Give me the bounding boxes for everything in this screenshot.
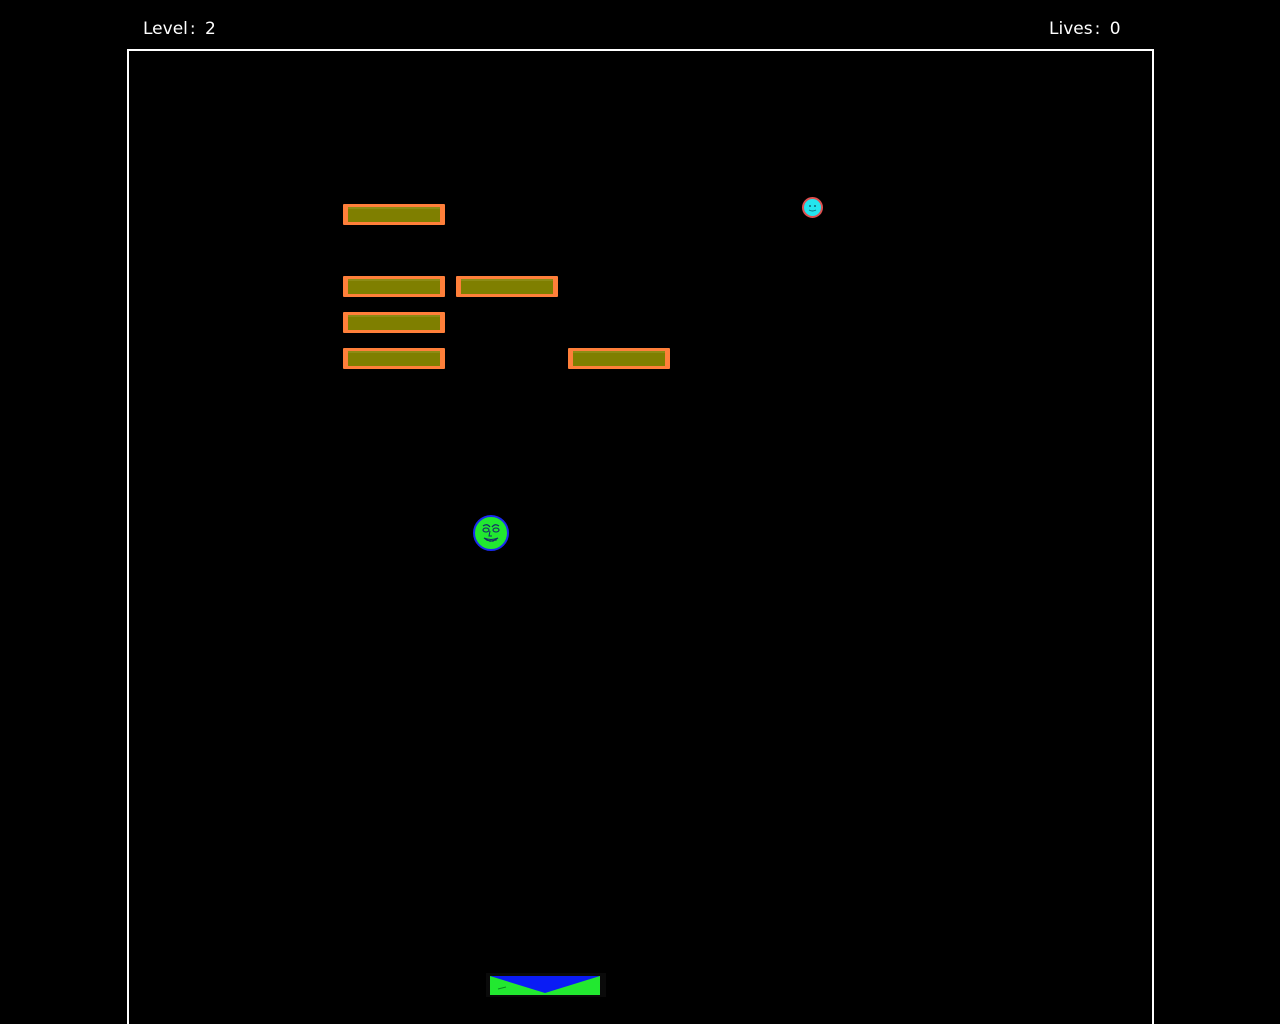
game-screen[interactable]: Level: 2 Lives: 0 <box>0 0 1280 1024</box>
level-separator: : <box>189 19 196 39</box>
play-field[interactable] <box>127 49 1154 1024</box>
brick <box>343 276 445 297</box>
face-ball-icon <box>808 205 817 212</box>
lives-indicator: Lives: 0 <box>1049 19 1121 39</box>
brick <box>568 348 670 369</box>
bowtie-paddle-icon <box>484 971 608 999</box>
level-value: 2 <box>205 19 216 39</box>
face-ball-icon <box>482 524 500 542</box>
lives-label: Lives <box>1049 19 1093 39</box>
lives-value: 0 <box>1109 19 1121 39</box>
lives-separator: : <box>1094 19 1101 39</box>
ball-large <box>473 515 509 551</box>
ball-small <box>802 197 823 218</box>
brick <box>343 204 445 225</box>
level-label: Level <box>143 19 188 39</box>
paddle[interactable] <box>484 971 608 999</box>
level-indicator: Level: 2 <box>143 19 216 39</box>
brick <box>343 348 445 369</box>
brick <box>456 276 558 297</box>
brick <box>343 312 445 333</box>
